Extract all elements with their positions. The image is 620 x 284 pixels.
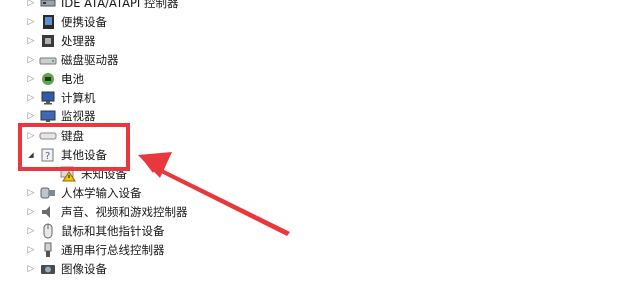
tree-item-label: 计算机 (61, 91, 96, 105)
expand-arrow-icon[interactable]: ▷ (26, 241, 36, 259)
computer-icon (39, 90, 57, 106)
tree-item-label: 图像设备 (61, 262, 107, 276)
expand-arrow-icon[interactable]: ▷ (26, 32, 36, 50)
tree-item-label: 电池 (61, 72, 84, 86)
processor-icon (39, 33, 57, 49)
monitor-icon (39, 108, 57, 124)
tree-item-label: 鼠标和其他指针设备 (61, 224, 165, 238)
expand-arrow-icon[interactable]: ▷ (26, 51, 36, 69)
expand-arrow-icon[interactable]: ▷ (26, 222, 36, 240)
disk-drive-icon (39, 52, 57, 68)
tree-item-label: 处理器 (61, 34, 96, 48)
tree-item-computer[interactable]: ▷ 计算机 (26, 89, 96, 107)
tree-item-label: 磁盘驱动器 (61, 53, 119, 67)
tree-item-mice[interactable]: ▷ 鼠标和其他指针设备 (26, 222, 165, 240)
tree-item-label: 声音、视频和游戏控制器 (61, 205, 188, 219)
tree-item-processors[interactable]: ▷ 处理器 (26, 32, 96, 50)
expand-arrow-icon[interactable]: ▷ (26, 260, 36, 278)
tree-item-usb-controllers[interactable]: ▷ 通用串行总线控制器 (26, 241, 165, 259)
annotation-arrowhead (138, 152, 172, 178)
tree-item-imaging-devices[interactable]: ▷ 图像设备 (26, 260, 107, 278)
annotation-highlight-box (18, 123, 130, 171)
camera-icon (39, 261, 57, 277)
expand-arrow-icon[interactable]: ▷ (26, 184, 36, 202)
ide-controller-icon (39, 0, 57, 11)
tree-item-ide-ata-atapi[interactable]: ▷ IDE ATA/ATAPI 控制器 (26, 0, 178, 12)
portable-device-icon (39, 14, 57, 30)
expand-arrow-icon[interactable]: ▷ (26, 89, 36, 107)
tree-item-label: IDE ATA/ATAPI 控制器 (61, 0, 179, 10)
tree-item-hid[interactable]: ▷ 人体学输入设备 (26, 184, 142, 202)
speaker-icon (39, 204, 57, 220)
tree-item-label: 便携设备 (61, 15, 107, 29)
tree-item-batteries[interactable]: ▷ 电池 (26, 70, 84, 88)
hid-icon (39, 185, 57, 201)
tree-item-portable-devices[interactable]: ▷ 便携设备 (26, 13, 107, 31)
mouse-icon (39, 223, 57, 239)
expand-arrow-icon[interactable]: ▷ (26, 0, 36, 12)
battery-icon (39, 71, 57, 87)
tree-item-label: 人体学输入设备 (61, 186, 142, 200)
expand-arrow-icon[interactable]: ▷ (26, 70, 36, 88)
tree-item-disk-drives[interactable]: ▷ 磁盘驱动器 (26, 51, 119, 69)
usb-icon (39, 242, 57, 258)
tree-item-label: 通用串行总线控制器 (61, 243, 165, 257)
expand-arrow-icon[interactable]: ▷ (26, 203, 36, 221)
tree-item-sound-video-game[interactable]: ▷ 声音、视频和游戏控制器 (26, 203, 188, 221)
expand-arrow-icon[interactable]: ▷ (26, 13, 36, 31)
